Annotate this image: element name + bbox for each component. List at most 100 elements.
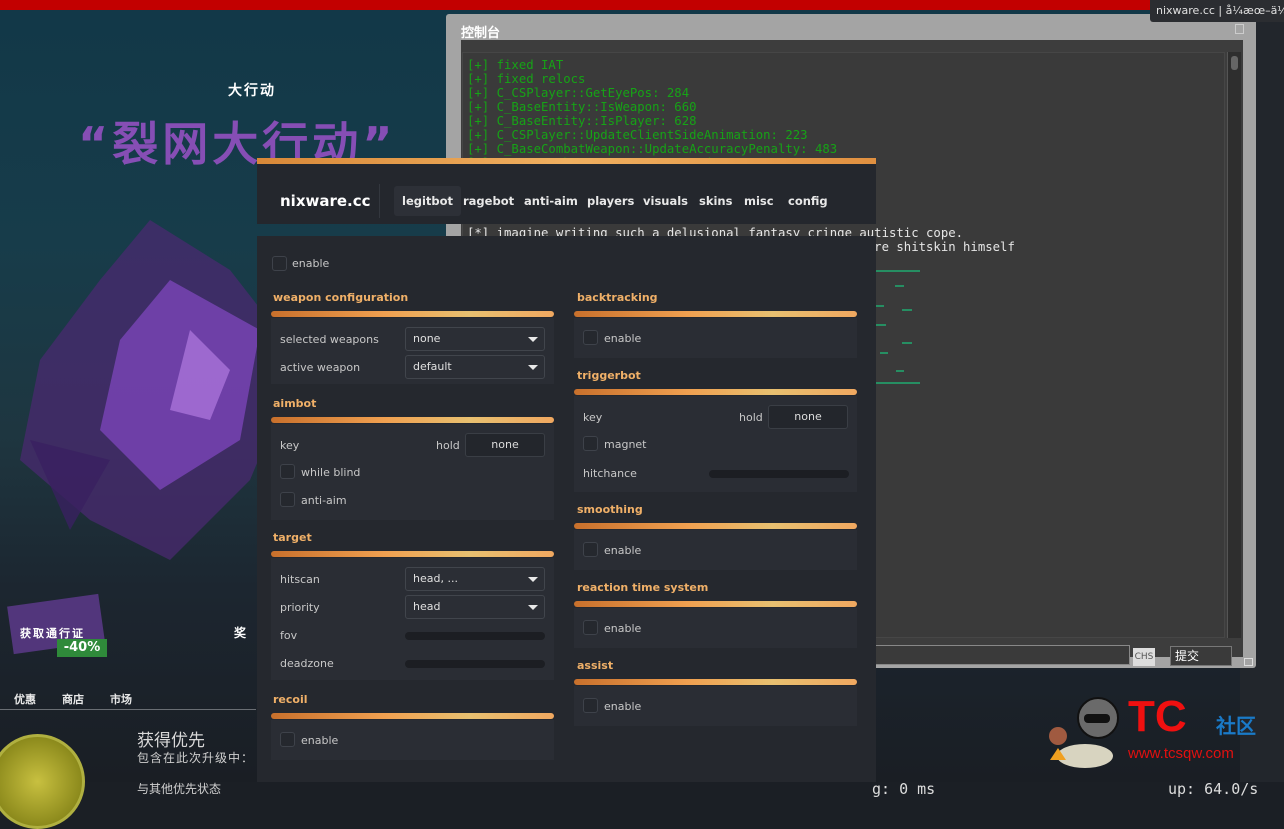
scroll-thumb[interactable] bbox=[1231, 56, 1238, 70]
section-title: backtracking bbox=[577, 291, 658, 304]
section-title: smoothing bbox=[577, 503, 643, 516]
chevron-down-icon bbox=[528, 577, 538, 582]
chevron-down-icon bbox=[528, 337, 538, 342]
enable-label: enable bbox=[604, 622, 642, 635]
key-label: key bbox=[583, 411, 603, 424]
fov-label: fov bbox=[280, 629, 298, 642]
key-label: key bbox=[280, 439, 300, 452]
console-scrollbar[interactable] bbox=[1227, 52, 1241, 638]
section-title: target bbox=[273, 531, 312, 544]
enable-label: enable bbox=[604, 544, 642, 557]
prime-item: 与其他优先状态 bbox=[137, 782, 222, 796]
anti-aim-checkbox[interactable] bbox=[280, 492, 295, 507]
priority-label: priority bbox=[280, 601, 320, 614]
menu-header: nixware.cc legitbot ragebot anti-aim pla… bbox=[257, 164, 876, 224]
section-bar bbox=[574, 523, 857, 529]
section-bar bbox=[574, 679, 857, 685]
maximize-icon[interactable] bbox=[1235, 24, 1244, 34]
log-line: [+] fixed relocs bbox=[467, 72, 586, 86]
ime-indicator[interactable]: CHS bbox=[1133, 648, 1155, 666]
divider bbox=[379, 184, 380, 218]
dropdown-value: none bbox=[413, 332, 441, 345]
recoil-enable-checkbox[interactable] bbox=[280, 732, 295, 747]
enable-label: enable bbox=[292, 257, 330, 270]
anti-aim-label: anti-aim bbox=[301, 494, 347, 507]
section-bar bbox=[271, 311, 554, 317]
magnet-checkbox[interactable] bbox=[583, 436, 598, 451]
deadzone-slider[interactable] bbox=[405, 660, 545, 668]
reaction-enable-checkbox[interactable] bbox=[583, 620, 598, 635]
assist-enable-checkbox[interactable] bbox=[583, 698, 598, 713]
log-line: [+] C_BaseCombatWeapon::UpdateAccuracyPe… bbox=[467, 142, 838, 156]
nav-store[interactable]: 商店 bbox=[62, 691, 84, 707]
tab-skins[interactable]: skins bbox=[691, 186, 740, 216]
tab-misc[interactable]: misc bbox=[736, 186, 782, 216]
active-weapon-label: active weapon bbox=[280, 361, 361, 374]
log-line: [+] C_BaseEntity::IsWeapon: 660 bbox=[467, 100, 697, 114]
tab-legitbot[interactable]: legitbot bbox=[394, 186, 462, 216]
smoothing-enable-checkbox[interactable] bbox=[583, 542, 598, 557]
backtracking-enable-checkbox[interactable] bbox=[583, 330, 598, 345]
rate-readout: up: 64.0/s bbox=[1168, 780, 1259, 798]
section-title: assist bbox=[577, 659, 614, 672]
nav-market[interactable]: 市场 bbox=[110, 691, 132, 707]
watermark-url: www.tcsqw.com bbox=[1128, 745, 1234, 762]
watermark-community: 社区 bbox=[1216, 714, 1256, 738]
resize-icon[interactable] bbox=[1244, 658, 1253, 666]
section-bar bbox=[574, 601, 857, 607]
enable-checkbox[interactable] bbox=[272, 256, 287, 271]
section-bar bbox=[271, 551, 554, 557]
dropdown-value: head bbox=[413, 600, 441, 613]
tab-anti-aim[interactable]: anti-aim bbox=[516, 186, 586, 216]
while-blind-label: while blind bbox=[301, 466, 361, 479]
section-bar bbox=[574, 389, 857, 395]
hitscan-dropdown[interactable]: head, ... bbox=[405, 567, 545, 591]
tab-ragebot[interactable]: ragebot bbox=[455, 186, 522, 216]
triggerbot-key-button[interactable]: none bbox=[768, 405, 848, 429]
brand-logo: nixware.cc bbox=[280, 192, 371, 210]
magnet-label: magnet bbox=[604, 438, 647, 451]
while-blind-checkbox[interactable] bbox=[280, 464, 295, 479]
hold-mode[interactable]: hold bbox=[739, 411, 763, 424]
chevron-down-icon bbox=[528, 365, 538, 370]
section-bar bbox=[271, 713, 554, 719]
tab-players[interactable]: players bbox=[579, 186, 642, 216]
hitchance-label: hitchance bbox=[583, 467, 637, 480]
discount-badge: -40% bbox=[57, 639, 107, 657]
hitchance-slider[interactable] bbox=[709, 470, 849, 478]
mascot-icon bbox=[1049, 697, 1119, 768]
hitscan-label: hitscan bbox=[280, 573, 320, 586]
tab-visuals[interactable]: visuals bbox=[635, 186, 696, 216]
chevron-down-icon bbox=[528, 605, 538, 610]
prime-subtitle: 包含在此次升级中： bbox=[137, 751, 255, 765]
log-line: [+] C_CSPlayer::UpdateClientSideAnimatio… bbox=[467, 128, 808, 142]
dropdown-value: head, ... bbox=[413, 572, 458, 585]
log-line: [+] fixed IAT bbox=[467, 58, 564, 72]
watermark-logo: TC bbox=[1128, 692, 1187, 741]
section-title: triggerbot bbox=[577, 369, 641, 382]
enable-label: enable bbox=[604, 700, 642, 713]
reward-label: 奖 bbox=[234, 626, 247, 640]
divider bbox=[0, 709, 256, 710]
dropdown-value: default bbox=[413, 360, 452, 373]
tab-config[interactable]: config bbox=[780, 186, 836, 216]
log-line: [+] C_CSPlayer::GetEyePos: 284 bbox=[467, 86, 690, 100]
console-title: 控制台 bbox=[461, 26, 501, 41]
section-title: recoil bbox=[273, 693, 308, 706]
prime-title: 获得优先 bbox=[137, 731, 205, 751]
fov-slider[interactable] bbox=[405, 632, 545, 640]
log-line: [+] C_BaseEntity::IsPlayer: 628 bbox=[467, 114, 697, 128]
top-bar bbox=[0, 0, 1284, 10]
active-weapon-dropdown[interactable]: default bbox=[405, 355, 545, 379]
section-title: reaction time system bbox=[577, 581, 709, 594]
hold-mode[interactable]: hold bbox=[436, 439, 460, 452]
section-bar bbox=[574, 311, 857, 317]
deadzone-label: deadzone bbox=[280, 657, 334, 670]
section-title: weapon configuration bbox=[273, 291, 409, 304]
nav-deals[interactable]: 优惠 bbox=[14, 691, 36, 707]
aimbot-key-button[interactable]: none bbox=[465, 433, 545, 457]
selected-weapons-dropdown[interactable]: none bbox=[405, 327, 545, 351]
priority-dropdown[interactable]: head bbox=[405, 595, 545, 619]
section-bar bbox=[271, 417, 554, 423]
submit-button[interactable]: 提交 bbox=[1170, 646, 1232, 666]
